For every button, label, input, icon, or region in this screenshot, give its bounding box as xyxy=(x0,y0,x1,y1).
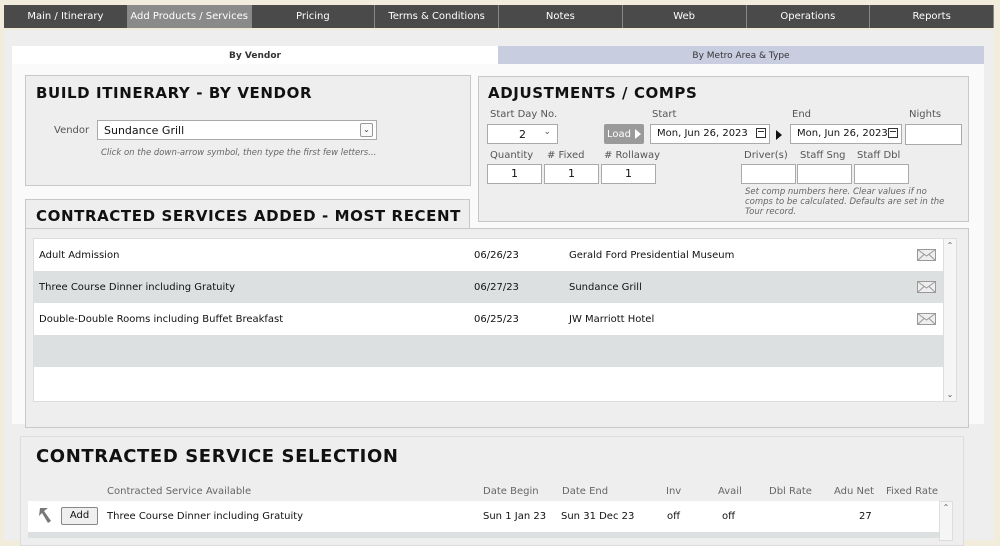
nights-input[interactable] xyxy=(905,124,962,145)
date-cell: 06/26/23 xyxy=(474,250,519,261)
add-button[interactable]: Add xyxy=(61,507,98,525)
nights-label: Nights xyxy=(909,109,942,120)
rollaway-input[interactable]: 1 xyxy=(601,164,656,184)
date-cell: 06/25/23 xyxy=(474,314,519,325)
end-date-label: End xyxy=(792,109,812,120)
staff-dbl-label: Staff Dbl xyxy=(857,150,901,161)
table-row[interactable]: Three Course Dinner including Gratuity 0… xyxy=(34,271,945,303)
start-date-value: Mon, Jun 26, 2023 xyxy=(657,128,748,139)
vendor-label: Vendor xyxy=(54,125,90,136)
start-day-select[interactable]: 2 ⌄ xyxy=(487,124,558,144)
col-date-begin: Date Begin xyxy=(483,486,539,497)
col-fixed-rate: Fixed Rate xyxy=(886,486,939,497)
drivers-input[interactable] xyxy=(741,164,796,184)
start-day-value: 2 xyxy=(519,128,526,141)
start-date-label: Start xyxy=(652,109,677,120)
recent-services-table: Adult Admission 06/26/23 Gerald Ford Pre… xyxy=(33,238,945,402)
vendor-cell: Sundance Grill xyxy=(569,282,642,293)
table-row-empty xyxy=(34,335,945,367)
scrollbar[interactable]: ⌃ ⌄ xyxy=(943,238,957,402)
col-service: Contracted Service Available xyxy=(107,486,252,497)
subtab-by-vendor[interactable]: By Vendor xyxy=(12,46,498,65)
col-dbl-rate: Dbl Rate xyxy=(769,486,812,497)
table-row[interactable]: Double-Double Rooms including Buffet Bre… xyxy=(34,303,945,335)
date-end-cell: Sun 31 Dec 23 xyxy=(561,511,635,522)
date-cell: 06/27/23 xyxy=(474,282,519,293)
return-arrow-icon[interactable] xyxy=(38,507,52,524)
tab-reports[interactable]: Reports xyxy=(870,5,994,28)
start-day-label: Start Day No. xyxy=(490,109,558,120)
staff-sng-label: Staff Sng xyxy=(800,150,846,161)
fixed-label: # Fixed xyxy=(547,150,585,161)
load-button[interactable]: Load xyxy=(604,124,644,144)
vendor-hint: Click on the down-arrow symbol, then typ… xyxy=(101,148,377,158)
col-avail: Avail xyxy=(718,486,742,497)
service-cell: Three Course Dinner including Gratuity xyxy=(107,511,304,522)
play-icon xyxy=(635,129,641,139)
mail-icon[interactable] xyxy=(917,313,936,325)
mail-icon[interactable] xyxy=(917,249,936,261)
recent-services-title: CONTRACTED SERVICES ADDED - MOST RECENT xyxy=(36,207,461,225)
adjustments-title: ADJUSTMENTS / COMPS xyxy=(488,84,698,102)
scroll-up-icon[interactable]: ⌃ xyxy=(940,503,952,512)
table-row xyxy=(28,532,939,538)
end-date-value: Mon, Jun 26, 2023 xyxy=(797,128,888,139)
build-itinerary-title: BUILD ITINERARY - BY VENDOR xyxy=(36,84,313,102)
col-inv: Inv xyxy=(666,486,682,497)
top-navigation: Main / Itinerary Add Products / Services… xyxy=(4,5,994,28)
drivers-label: Driver(s) xyxy=(744,150,788,161)
col-date-end: Date End xyxy=(562,486,609,497)
end-date-field[interactable]: Mon, Jun 26, 2023 xyxy=(790,124,902,144)
tab-main-itinerary[interactable]: Main / Itinerary xyxy=(4,5,128,28)
vendor-cell: Gerald Ford Presidential Museum xyxy=(569,250,735,261)
service-cell: Double-Double Rooms including Buffet Bre… xyxy=(39,314,284,325)
vendor-select[interactable]: Sundance Grill ⌄ xyxy=(97,120,377,140)
arrow-right-icon xyxy=(776,130,782,140)
quantity-label: Quantity xyxy=(490,150,534,161)
scroll-down-icon[interactable]: ⌄ xyxy=(944,390,956,399)
scrollbar[interactable]: ⌃ xyxy=(939,501,953,541)
staff-sng-input[interactable] xyxy=(797,164,852,184)
rollaway-label: # Rollaway xyxy=(604,150,661,161)
mail-icon[interactable] xyxy=(917,281,936,293)
service-selection-title: CONTRACTED SERVICE SELECTION xyxy=(36,446,399,467)
subtab-bar: By Vendor By Metro Area & Type xyxy=(12,46,984,65)
tab-terms-conditions[interactable]: Terms & Conditions xyxy=(375,5,499,28)
vendor-cell: JW Marriott Hotel xyxy=(569,314,655,325)
adu-net-cell: 27 xyxy=(859,511,872,522)
scroll-up-icon[interactable]: ⌃ xyxy=(944,241,956,250)
fixed-input[interactable]: 1 xyxy=(544,164,599,184)
col-adu-net: Adu Net xyxy=(834,486,875,497)
service-cell: Three Course Dinner including Gratuity xyxy=(39,282,236,293)
tab-operations[interactable]: Operations xyxy=(746,5,871,28)
tab-notes[interactable]: Notes xyxy=(499,5,623,28)
chevron-down-icon[interactable]: ⌄ xyxy=(360,123,373,137)
calendar-icon[interactable] xyxy=(756,128,766,138)
tab-pricing[interactable]: Pricing xyxy=(251,5,376,28)
date-begin-cell: Sun 1 Jan 23 xyxy=(483,511,547,522)
staff-dbl-input[interactable] xyxy=(854,164,909,184)
avail-cell: off xyxy=(722,511,736,522)
quantity-input[interactable]: 1 xyxy=(487,164,542,184)
chevron-down-icon: ⌄ xyxy=(543,127,551,137)
load-label: Load xyxy=(607,128,631,140)
calendar-icon[interactable] xyxy=(888,128,898,138)
vendor-value: Sundance Grill xyxy=(104,124,185,137)
tab-web[interactable]: Web xyxy=(622,5,747,28)
inv-cell: off xyxy=(667,511,681,522)
table-row[interactable]: Add Three Course Dinner including Gratui… xyxy=(28,501,939,532)
service-cell: Adult Admission xyxy=(39,250,120,261)
comps-hint: Set comp numbers here. Clear values if n… xyxy=(745,187,945,217)
table-row[interactable]: Adult Admission 06/26/23 Gerald Ford Pre… xyxy=(34,239,945,271)
start-date-field[interactable]: Mon, Jun 26, 2023 xyxy=(650,124,770,144)
tab-add-products-services[interactable]: Add Products / Services xyxy=(127,5,252,28)
subtab-by-metro-area[interactable]: By Metro Area & Type xyxy=(498,46,984,65)
